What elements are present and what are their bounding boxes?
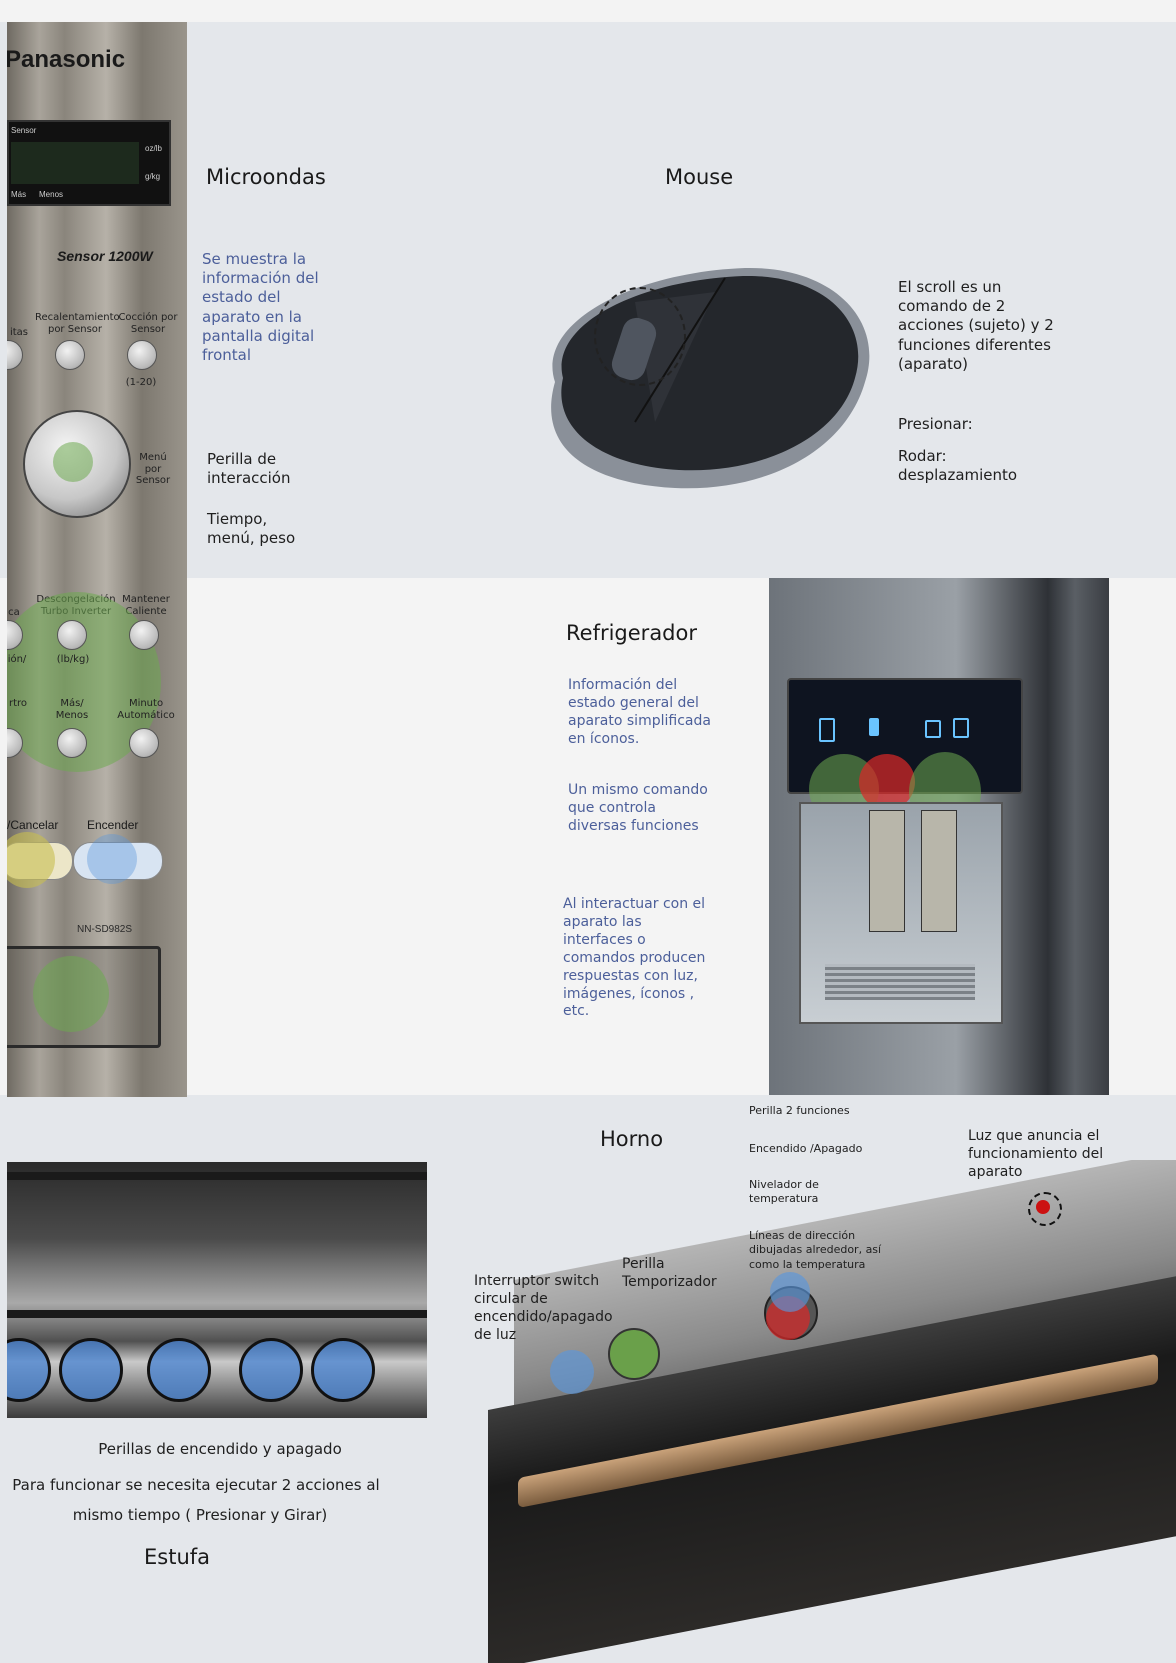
stove-knob-4[interactable] [239,1338,303,1402]
label-reheat: Recalentamiento por Sensor [35,312,120,335]
digital-display: Sensor oz/lb g/kg Más Menos [7,120,171,206]
drip-tray [825,964,975,1000]
estufa-knobs-label: Perillas de encendido y apagado [98,1440,342,1458]
fridge-lock-icon[interactable] [925,720,941,738]
mouse-desc: El scroll es un comando de 2 acciones (s… [898,278,1054,373]
refrigerador-info3: Al interactuar con el aparato las interf… [563,896,706,1020]
brand-logo: Panasonic [7,46,126,73]
refrigerador-info1: Información del estado general del apara… [568,677,711,747]
display-sensor-label: Sensor [11,126,37,135]
mouse-press: Presionar: [898,415,973,433]
estufa-desc-line2: mismo tiempo ( Presionar y Girar) [72,1506,328,1524]
button-more-less[interactable] [57,728,87,758]
scroll-wheel-circle[interactable] [594,287,686,386]
mouse-title: Mouse [665,165,734,189]
mouse-image [551,267,870,489]
oven-timer-knob[interactable] [608,1328,660,1380]
estufa-desc-line1: Para funcionar se necesita ejecutar 2 ac… [12,1476,380,1494]
button-defrost[interactable] [57,620,87,650]
button-sensor-cook[interactable] [127,340,157,370]
mouse-roll: Rodar: desplazamiento [898,447,1018,485]
stove-knob-1[interactable] [7,1338,51,1402]
temp-knob-blue [770,1272,810,1312]
display-unit-g: g/kg [145,172,161,181]
estufa-title: Estufa [144,1545,211,1569]
label-partial-ion: ión/ [7,654,27,665]
label-start: Encender [87,818,139,832]
dial-highlight [53,442,93,482]
fridge-icon-2[interactable] [869,718,879,736]
stove-knob-5[interactable] [311,1338,375,1402]
microwave-photo: Panasonic Sensor oz/lb g/kg Más Menos Se… [7,22,187,1097]
fridge-photo [769,578,1109,1095]
knob-title: Perilla de interacción [207,450,291,488]
oven-switch-label: Interruptor switch circular de encendido… [474,1273,613,1343]
refrigerador-title: Refrigerador [566,621,697,645]
label-menu-sensor: Menú por Sensor [135,452,171,486]
label-sensor-cook: Cocción por Sensor [118,312,178,335]
button-reheat[interactable] [55,340,85,370]
knob2-title: Perilla 2 funciones [749,1104,850,1117]
knob-desc: Tiempo, menú, peso [207,510,296,548]
label-cancel: /Cancelar [7,818,59,832]
oven-timer-label: Perilla Temporizador [622,1256,717,1290]
microondas-title: Microondas [206,165,326,189]
button-left-partial[interactable] [7,340,23,370]
indicator-light-dot [1036,1200,1050,1214]
knob2-temp: Nivelador de temperatura [749,1178,819,1206]
refrigerador-info2: Un mismo comando que controla diversas f… [568,782,708,834]
label-more-less: Más/ Menos [55,698,89,721]
dispenser-lever-right[interactable] [921,810,957,932]
start-highlight [87,834,137,884]
oven-light-switch[interactable] [550,1350,594,1394]
button-minute[interactable] [129,728,159,758]
model-line: Sensor 1200W [57,248,153,264]
knob2-onoff: Encendido /Apagado [749,1142,863,1155]
model-number: NN-SD982S [77,924,133,935]
stove-knob-2[interactable] [59,1338,123,1402]
stove-grate [7,1172,427,1318]
microondas-info: Se muestra la información del estado del… [202,250,319,364]
display-unit-oz: oz/lb [145,144,162,153]
oven-light-label: Luz que anuncia el funcionamiento del ap… [968,1128,1104,1180]
display-less: Menos [39,190,64,199]
stove-photo [7,1162,427,1418]
label-minute: Minuto Automático [117,698,175,721]
button-keep-warm[interactable] [129,620,159,650]
label-partial-rtro: rtro [8,698,28,709]
handle-highlight [33,956,109,1032]
display-screen [11,142,139,184]
stove-knob-3[interactable] [147,1338,211,1402]
label-partial-left: itas [9,327,29,338]
label-lbkg: (lb/kg) [56,654,90,665]
fridge-light-icon[interactable] [953,718,969,738]
label-cook-range: (1-20) [125,377,157,388]
dispenser-lever-left[interactable] [869,810,905,932]
knob2-lines: Líneas de dirección dibujadas alrededor,… [749,1229,882,1271]
display-more: Más [11,190,27,199]
horno-title: Horno [600,1127,664,1151]
fridge-icon-1[interactable] [819,718,835,742]
